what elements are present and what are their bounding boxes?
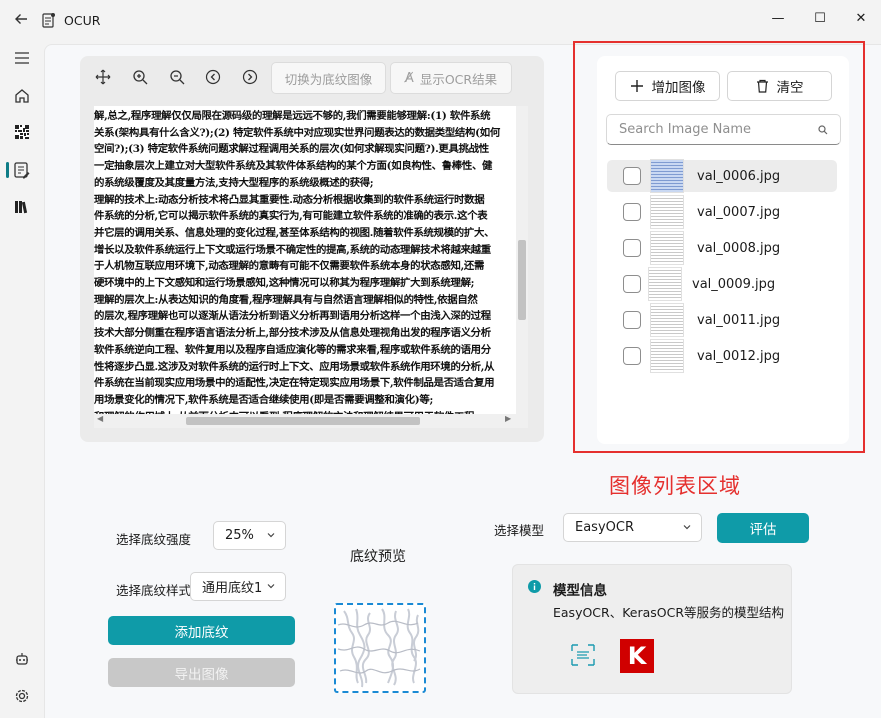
minimize-button[interactable]: — [764,4,792,32]
document-edit-icon [14,161,30,178]
document-line: 解,总之,程序理解仅仅局限在源码级的理解是远远不够的,我们需要能够理解:(1) … [94,110,491,122]
document-line: 件系统的分析,它可以揭示软件系统的真实行为,有可能建立软件系统的准确的表示.这个… [94,210,488,223]
document-line: 并它层的调用关系、信息处理的变化过程,甚至体系结构的视图.随着软件系统规模的扩大… [94,226,495,239]
chevron-down-icon [267,584,275,589]
document-line: 空间?);(3) 特定软件系统问题求解过程调用关系的层次(如何求解现实问题?).… [94,143,489,156]
watermark-preview [334,603,426,693]
document-image: 解,总之,程序理解仅仅局限在源码级的理解是远远不够的,我们需要能够理解:(1) … [94,106,528,428]
zoom-in-button[interactable] [129,66,151,88]
settings-icon [15,689,29,703]
document-text: 解,总之,程序理解仅仅局限在源码级的理解是远远不够的,我们需要能够理解:(1) … [94,108,500,425]
document-line: 关系(架构具有什么含义?);(2) 特定软件系统中对应现实世界问题表达的数据类型… [94,126,500,139]
back-arrow-icon [15,14,27,24]
info-icon [528,580,541,597]
model-select[interactable]: EasyOCR [563,513,702,542]
scroll-left-arrow-icon[interactable]: ◀ [97,414,103,423]
zoom-in-icon [133,70,148,85]
model-info-text: EasyOCR、KerasOCR等服务的模型结构 [553,605,785,620]
document-line: 理解的层次上:从表达知识的角度看,程序理解具有与自然语言理解相似的特性,依据自然 [94,293,478,306]
watermark-strength-label: 选择底纹强度 [116,532,192,547]
app-title: OCUR [64,13,101,28]
add-watermark-button[interactable]: 添加底纹 [108,616,295,645]
model-select-value: EasyOCR [575,520,634,535]
back-button[interactable] [7,5,35,33]
chevron-down-icon [683,525,691,530]
text-recognition-icon: A̸ [404,70,414,86]
watermark-strength-value: 25% [225,528,254,543]
document-line: 增长以及软件系统运行上下文或运行场景不确定性的提高,系统的动态理解技术将越来越重 [94,243,491,256]
show-ocr-label: 显示OCR结果 [419,71,498,87]
export-image-button[interactable]: 导出图像 [108,658,295,687]
document-line: 软件系统逆向工程、软件复用以及程序自适应演化等的需求来看,程序或软件系统的语用分 [94,343,491,356]
toggle-watermark-button[interactable]: 切换为底纹图像 [271,62,386,94]
qr-icon [15,125,29,139]
chevron-right-circle-icon [242,69,258,85]
menu-button[interactable] [8,44,36,72]
model-select-label: 选择模型 [494,523,545,538]
model-info-title: 模型信息 [553,583,607,599]
keras-logo-icon: K [620,639,654,673]
title-bar: OCUR — ☐ ✕ [0,0,881,36]
document-line: 硬环境中的上下文感知和运行场景感知,这种情况可以称其为程序理解扩大到系统理解; [94,277,475,290]
chevron-left-circle-icon [205,69,221,85]
app-logo-icon [42,12,56,32]
image-list-highlight-box [573,41,865,453]
watermark-preview-title: 底纹预览 [350,549,406,565]
evaluate-button[interactable]: 评估 [717,513,809,543]
nav-document[interactable] [8,156,36,184]
document-line: 于人机物互联应用环境下,动态理解的意畴有可能不仅需要软件系统本身的状态感知,还需 [94,260,485,273]
document-line: 一定抽象层次上建立对大型软件系统及其软件体系结构的某个方面(如良构性、鲁棒性、健 [94,160,493,173]
nav-home[interactable] [8,82,36,110]
easyocr-logo-icon [568,642,598,672]
watermark-style-value: 通用底纹1 [202,581,263,596]
move-icon [95,69,111,85]
robot-icon [16,653,28,665]
zoom-out-button[interactable] [166,66,188,88]
home-icon [15,89,29,103]
next-image-button[interactable] [239,66,261,88]
horizontal-scroll-thumb[interactable] [186,417,420,425]
document-line: 件系统在当前现实应用场景中的适配性,决定在特定现实应用场景下,软件制品是否适合复… [94,377,495,390]
document-line: 的层次,程序理解也可以逐渐从语法分析到语义分析再到语用分析这样一个由浅入深的过程 [94,310,491,323]
library-icon [15,201,28,214]
nav-qr[interactable] [8,118,36,146]
document-line: 性将逐步凸显.这涉及对软件系统的运行时上下文、应用场景或软件系统作用环境的分析,… [94,360,495,373]
document-line: 用场景变化的情况下,软件系统是否适合继续使用(即是否需要调整和演化)等; [94,393,433,406]
maximize-button[interactable]: ☐ [806,4,834,32]
nav-settings[interactable] [8,682,36,710]
zoom-out-icon [170,70,185,85]
nav-library[interactable] [8,193,36,221]
scroll-right-arrow-icon[interactable]: ▶ [505,414,511,423]
vertical-scroll-thumb[interactable] [518,240,526,320]
watermark-strength-select[interactable]: 25% [213,521,286,550]
watermark-style-select[interactable]: 通用底纹1 [190,572,286,601]
close-button[interactable]: ✕ [847,4,875,32]
previous-image-button[interactable] [202,66,224,88]
document-line: 理解的技术上:动态分析技术将凸显其重要性.动态分析根据收集到的软件系统运行时数据 [94,193,485,206]
document-line: 的系统级覆度及其度量方法,支持大型程序的系统级概述的获得; [94,176,374,189]
show-ocr-button[interactable]: A̸ 显示OCR结果 [390,62,512,94]
pan-button[interactable] [92,66,114,88]
watermark-pattern-image [337,608,421,688]
nav-robot[interactable] [8,645,36,673]
watermark-style-label: 选择底纹样式 [116,583,192,598]
chevron-down-icon [267,533,275,538]
menu-icon [15,52,29,64]
image-list-annotation: 图像列表区域 [609,474,741,498]
document-line: 技术大部分侧重在程序语言语法分析上,部分技术涉及从信息处理视角出发的程序语义分析 [94,327,491,340]
